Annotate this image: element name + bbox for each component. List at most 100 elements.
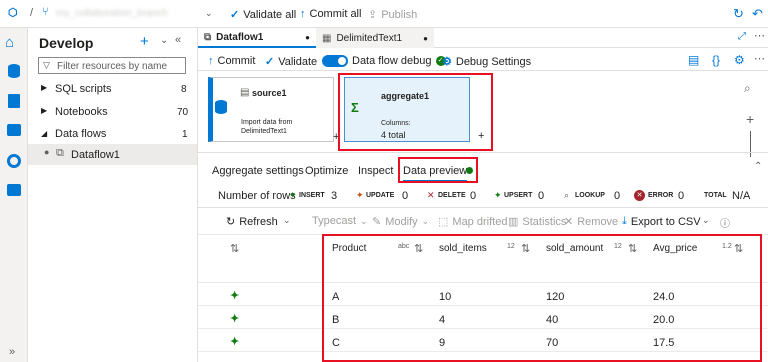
develop-icon[interactable] (8, 94, 20, 108)
sidebar-item-notebooks[interactable]: Notebooks (55, 106, 108, 118)
sidebar-item-count: 8 (181, 84, 187, 95)
data-flow-debug-toggle[interactable]: Data flow debug ✓ (322, 55, 446, 67)
error-value: 0 (678, 190, 685, 202)
publish-button[interactable]: ⇪ Publish (368, 8, 417, 22)
remove-label: Remove (577, 215, 619, 228)
collapse-all-icon[interactable]: ⌄ (160, 35, 168, 46)
panel-tab-strip: Aggregate settings Optimize Inspect Data… (198, 152, 768, 183)
insert-row-icon: ✦ (230, 290, 240, 302)
collapse-panel-icon[interactable]: ⌃ (754, 161, 762, 172)
validate-all-button[interactable]: ✓ Validate all (230, 8, 296, 22)
source-icon (215, 100, 227, 114)
lookup-value: 0 (614, 190, 621, 202)
refresh-button[interactable]: ↻ Refresh (226, 215, 278, 229)
script-icon[interactable]: ▤ (688, 53, 699, 67)
filter-input-box[interactable]: ▽ Filter resources by name (38, 57, 186, 74)
modify-label: Modify (385, 215, 418, 228)
insert-row-icon: ✦ (230, 313, 240, 325)
commit-label: Commit (217, 55, 256, 67)
chevron-down-icon[interactable]: ⌄ (283, 215, 291, 226)
update-label: UPDATE (366, 192, 395, 199)
tab-optimize[interactable]: Optimize (305, 165, 348, 177)
validate-button[interactable]: ✓ Validate (265, 55, 317, 69)
data-icon[interactable] (8, 64, 20, 78)
tab-aggregate-settings[interactable]: Aggregate settings (212, 165, 304, 177)
sort-icon[interactable]: ⇅ (230, 242, 239, 255)
discard-icon[interactable]: ↶ (752, 6, 763, 22)
upsert-value: 0 (538, 190, 545, 202)
sidebar-item-dataflow1[interactable]: ● ⧉ Dataflow1 (28, 144, 197, 165)
lookup-label: LOOKUP (575, 192, 605, 199)
chevron-down-icon: ⌄ (360, 215, 368, 226)
update-value: 0 (402, 190, 409, 202)
data-preview-highlight (398, 157, 478, 183)
branch-dropdown-icon[interactable]: ⌄ (205, 8, 213, 19)
upsert-label: UPSERT (504, 192, 533, 199)
commit-button[interactable]: ↑ Commit (208, 55, 255, 67)
tab-delimitedtext1[interactable]: ▦ DelimitedText1 ● (316, 28, 434, 48)
info-icon[interactable]: ⓘ (720, 215, 730, 230)
bullet-icon: ● (44, 147, 50, 157)
more-icon[interactable]: ⋯ (754, 29, 765, 42)
remove-button[interactable]: ✕ Remove (564, 215, 619, 229)
statistics-button[interactable]: ▥ Statistics (508, 215, 566, 229)
unsaved-dot-icon[interactable]: ● (423, 34, 428, 43)
insert-value: 3 (331, 190, 338, 202)
code-icon[interactable]: {} (712, 53, 720, 67)
expand-caret-icon[interactable]: ▶ (41, 83, 47, 92)
modify-button[interactable]: ✎ Modify ⌄ (372, 215, 430, 229)
refresh-icon: ↻ (226, 216, 236, 228)
hide-sidebar-icon[interactable]: « (175, 34, 181, 46)
lookup-icon: ⌕ (564, 190, 570, 200)
source-node[interactable]: ▤ source1 Import data from DelimitedText… (208, 77, 334, 142)
expand-caret-icon[interactable]: ▶ (41, 106, 47, 115)
tab-inspect[interactable]: Inspect (358, 165, 393, 177)
monitor-icon[interactable] (7, 154, 21, 168)
dataflow-editor: ⧉ Dataflow1 ● ▦ DelimitedText1 ● ⤢ ⋯ ↑ C… (198, 28, 768, 362)
debug-settings-button[interactable]: ⚙ Debug Settings (442, 55, 532, 69)
close-icon: ✕ (564, 216, 574, 228)
source-title: source1 (252, 88, 287, 98)
properties-icon[interactable]: ⚙ (734, 53, 745, 67)
collapse-caret-icon[interactable]: ◢ (41, 129, 47, 138)
debug-label: Data flow debug (352, 55, 432, 67)
chevron-down-icon: ⌄ (421, 216, 430, 226)
stats-label: Number of rows (218, 190, 296, 202)
data-preview-table: ⇅ Product abc ⇅ sold_items 12 ⇅ sold_amo… (198, 234, 768, 362)
tab-dataflow1[interactable]: ⧉ Dataflow1 ● (198, 28, 316, 48)
map-drifted-button[interactable]: ⬚ Map drifted (438, 215, 507, 229)
manage-icon[interactable] (7, 184, 21, 196)
error-label: ERROR (648, 192, 674, 199)
maximize-icon[interactable]: ⤢ (738, 31, 746, 42)
search-icon[interactable]: ⌕ (744, 81, 751, 96)
unsaved-dot-icon[interactable]: ● (305, 33, 310, 42)
develop-sidebar: Develop + ⌄ « ▽ Filter resources by name… (28, 28, 198, 362)
zoom-in-icon[interactable]: + (746, 111, 754, 127)
expand-icon[interactable]: » (9, 346, 15, 358)
integrate-icon[interactable] (7, 124, 21, 136)
left-nav-rail: ⌂ » (0, 28, 28, 362)
toggle-switch[interactable] (322, 55, 348, 67)
typecast-label: Typecast (312, 215, 357, 227)
more-icon[interactable]: ⋯ (754, 52, 765, 65)
filter-placeholder: Filter resources by name (57, 61, 168, 72)
export-csv-button[interactable]: ⤓ Export to CSV (622, 215, 701, 228)
synapse-icon: ⬡ (8, 7, 18, 19)
refresh-icon[interactable]: ↻ (733, 6, 744, 22)
add-icon[interactable]: + (140, 33, 149, 50)
branch-name[interactable]: my_collaboration_branch (56, 8, 168, 19)
dataset-icon: ▦ (322, 32, 332, 44)
commit-all-button[interactable]: ↑ Commit all (300, 8, 361, 20)
chevron-down-icon[interactable]: ⌄ (702, 215, 710, 226)
insert-label: INSERT (299, 192, 325, 199)
preview-actions: ↻ Refresh ⌄ Typecast ⌄ ✎ Modify ⌄ ⬚ Map … (198, 211, 768, 233)
home-icon[interactable]: ⌂ (5, 34, 23, 52)
sidebar-item-data-flows[interactable]: Data flows (55, 128, 106, 140)
typecast-button[interactable]: Typecast ⌄ (312, 215, 368, 227)
table-highlight (322, 234, 762, 362)
sidebar-item-sql-scripts[interactable]: SQL scripts (55, 83, 111, 95)
modify-icon: ✎ (372, 216, 382, 228)
publish-icon: ⇪ (368, 9, 378, 21)
check-icon: ✓ (230, 9, 240, 21)
debug-settings-label: Debug Settings (455, 55, 532, 68)
